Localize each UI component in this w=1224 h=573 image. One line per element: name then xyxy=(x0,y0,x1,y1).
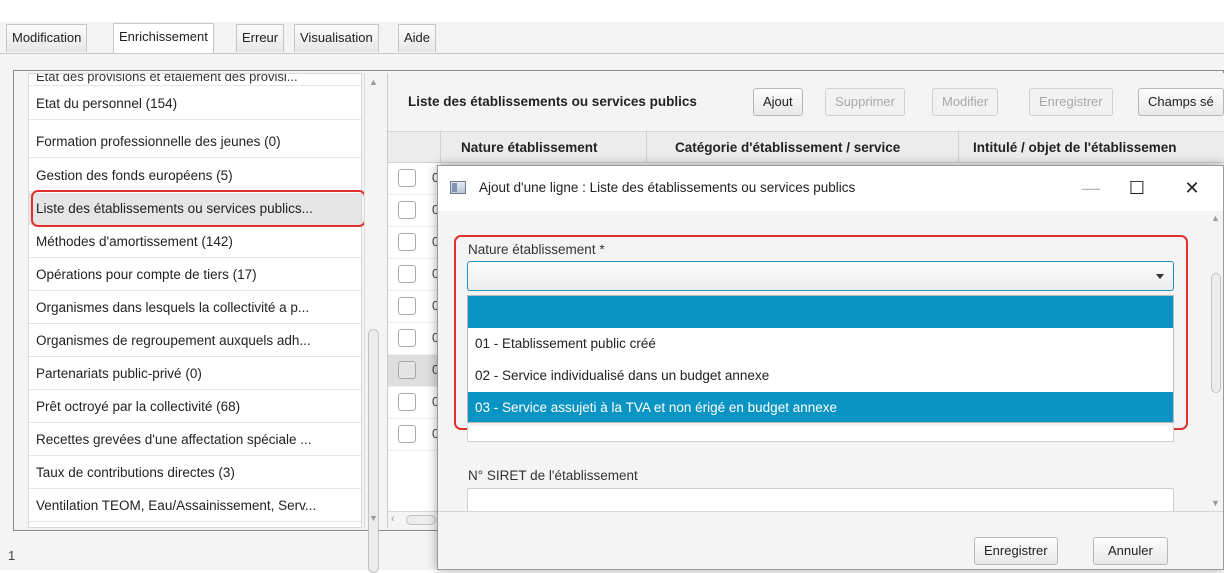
list-item[interactable]: Recettes grevées d'une affectation spéci… xyxy=(29,424,361,456)
close-icon[interactable]: ✕ xyxy=(1172,173,1212,205)
row-checkbox[interactable] xyxy=(398,265,416,283)
table-row[interactable]: 0 xyxy=(388,355,440,387)
save-button[interactable]: Enregistrer xyxy=(1029,88,1113,116)
list-scrollbar[interactable]: ▲ ▼ xyxy=(364,73,381,573)
row-checkbox[interactable] xyxy=(398,297,416,315)
fields-button[interactable]: Champs sé xyxy=(1138,88,1224,116)
table-row[interactable]: 0 xyxy=(388,227,440,259)
scrollbar-thumb[interactable] xyxy=(1211,273,1221,393)
list-item[interactable]: Etat du personnel (154) xyxy=(29,88,361,120)
delete-button[interactable]: Supprimer xyxy=(825,88,905,116)
table-body: 0 0 0 0 0 0 0 0 0 xyxy=(388,163,440,511)
scroll-left-icon[interactable]: ‹ xyxy=(391,513,395,525)
list-item[interactable]: Organismes de regroupement auxquels adh.… xyxy=(29,325,361,357)
scroll-down-icon[interactable]: ▼ xyxy=(369,513,378,523)
scrollbar-thumb[interactable] xyxy=(368,329,379,573)
table-row[interactable]: 0 xyxy=(388,195,440,227)
column-intitule[interactable]: Intitulé / objet de l'établissemen xyxy=(958,132,1224,163)
scrollbar-thumb[interactable] xyxy=(406,515,436,525)
tab-visualisation[interactable]: Visualisation xyxy=(294,24,379,52)
dialog-save-button[interactable]: Enregistrer xyxy=(974,537,1058,565)
row-checkbox[interactable] xyxy=(398,329,416,347)
tab-aide[interactable]: Aide xyxy=(398,24,437,52)
tab-enrichissement[interactable]: Enrichissement xyxy=(113,23,214,53)
tab-modification[interactable]: Modification xyxy=(6,24,88,52)
table-header: Nature établissement Catégorie d'établis… xyxy=(388,131,1224,163)
annex-list: Etat des provisions et étalement des pro… xyxy=(28,73,362,528)
selection-highlight-box xyxy=(31,190,366,227)
column-category[interactable]: Catégorie d'établissement / service xyxy=(646,132,958,163)
list-item[interactable]: Partenariats public-privé (0) xyxy=(29,358,361,390)
table-row[interactable]: 0 xyxy=(388,323,440,355)
dialog-title: Ajout d'une ligne : Liste des établissem… xyxy=(479,180,856,195)
table-row[interactable]: 0 xyxy=(388,259,440,291)
list-item[interactable]: Opérations pour compte de tiers (17) xyxy=(29,259,361,291)
row-checkbox[interactable] xyxy=(398,361,416,379)
table-row[interactable]: 0 xyxy=(388,419,440,451)
list-item[interactable]: Méthodes d'amortissement (142) xyxy=(29,226,361,258)
table-horizontal-scrollbar[interactable]: ‹ xyxy=(388,511,440,528)
table-row[interactable]: 0 xyxy=(388,163,440,195)
table-row[interactable]: 0 xyxy=(388,291,440,323)
scroll-up-icon[interactable]: ▲ xyxy=(369,77,378,87)
row-checkbox[interactable] xyxy=(398,233,416,251)
tab-erreur[interactable]: Erreur xyxy=(236,24,285,52)
status-text: 1 xyxy=(8,548,16,563)
add-button[interactable]: Ajout xyxy=(753,88,803,116)
dialog-scrollbar[interactable]: ▲ ▼ xyxy=(1207,211,1223,511)
row-checkbox[interactable] xyxy=(398,201,416,219)
modify-button[interactable]: Modifier xyxy=(932,88,999,116)
list-item[interactable]: Organismes dans lesquels la collectivité… xyxy=(29,292,361,324)
category-field[interactable] xyxy=(467,426,1174,442)
column-nature[interactable]: Nature établissement xyxy=(440,132,646,163)
list-item[interactable]: Taux de contributions directes (3) xyxy=(29,457,361,489)
panel-title: Liste des établissements ou services pub… xyxy=(408,94,697,109)
siret-input[interactable] xyxy=(467,488,1174,512)
add-row-dialog: Ajout d'une ligne : Liste des établissem… xyxy=(437,165,1224,570)
minimize-icon[interactable]: — xyxy=(1071,173,1111,205)
list-item[interactable]: Prêt octroyé par la collectivité (68) xyxy=(29,391,361,423)
window-icon xyxy=(450,181,466,194)
dialog-cancel-button[interactable]: Annuler xyxy=(1093,537,1168,565)
list-item[interactable]: Gestion des fonds européens (5) xyxy=(29,160,361,192)
row-checkbox[interactable] xyxy=(398,425,416,443)
dialog-titlebar[interactable]: Ajout d'une ligne : Liste des établissem… xyxy=(438,166,1223,211)
list-item[interactable]: Ventilation TEOM, Eau/Assainissement, Se… xyxy=(29,490,361,522)
row-checkbox[interactable] xyxy=(398,393,416,411)
annotation-highlight-box xyxy=(454,235,1188,430)
top-strip xyxy=(0,0,1224,22)
maximize-icon[interactable]: ☐ xyxy=(1117,173,1157,205)
scroll-up-icon[interactable]: ▲ xyxy=(1211,213,1220,223)
row-checkbox[interactable] xyxy=(398,169,416,187)
list-item[interactable]: Formation professionnelle des jeunes (0) xyxy=(29,126,361,158)
siret-label: N° SIRET de l'établissement xyxy=(468,468,638,483)
list-item[interactable]: Etat des provisions et étalement des pro… xyxy=(29,74,361,86)
scroll-down-icon[interactable]: ▼ xyxy=(1211,498,1220,508)
dialog-footer: Enregistrer Annuler xyxy=(438,511,1223,569)
tab-bar: Modification Enrichissement Erreur Visua… xyxy=(0,22,1224,54)
table-row[interactable]: 0 xyxy=(388,387,440,419)
